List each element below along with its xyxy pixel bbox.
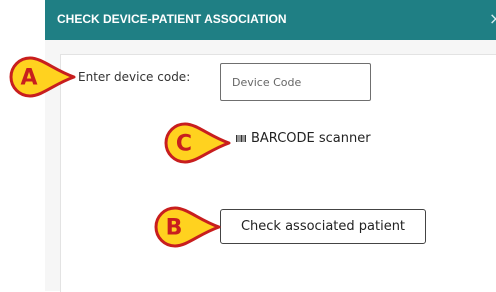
barcode-scanner-label: BARCODE scanner: [251, 131, 371, 146]
callout-a-marker: A: [9, 56, 76, 98]
callout-b-marker: B: [154, 206, 221, 248]
callout-c-letter: C: [176, 132, 192, 157]
callout-a-letter: A: [20, 66, 37, 91]
device-code-input[interactable]: [220, 63, 371, 101]
callout-c-marker: C: [164, 122, 231, 164]
barcode-icon: [236, 135, 246, 142]
dialog-title: CHECK DEVICE-PATIENT ASSOCIATION: [57, 12, 287, 26]
callout-b-letter: B: [166, 216, 183, 241]
device-code-label: Enter device code:: [78, 70, 191, 84]
barcode-scanner-link[interactable]: BARCODE scanner: [236, 131, 371, 146]
check-associated-patient-button[interactable]: Check associated patient: [220, 209, 426, 244]
close-icon[interactable]: ×: [489, 10, 496, 28]
dialog-titlebar: CHECK DEVICE-PATIENT ASSOCIATION ×: [45, 0, 496, 40]
